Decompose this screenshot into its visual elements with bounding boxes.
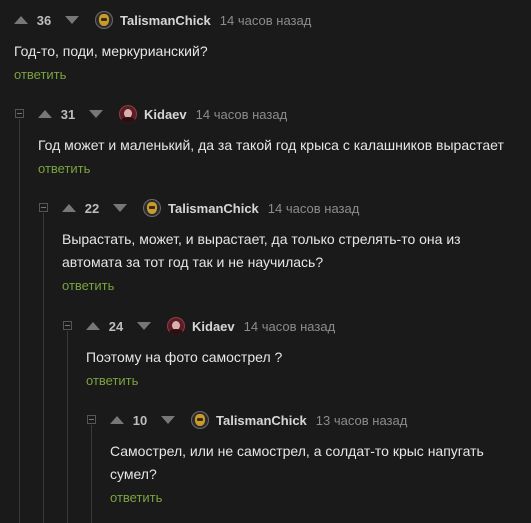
kidaev-avatar[interactable] — [167, 317, 185, 335]
comment-text: Самострел, или не самострел, а солдат-то… — [110, 443, 484, 482]
comment-author[interactable]: TalismanChick — [168, 201, 259, 216]
thread-line — [91, 425, 92, 523]
comment-author[interactable]: Kidaev — [192, 319, 235, 334]
comment-score: 10 — [132, 412, 148, 428]
comment-time: 14 часов назад — [267, 200, 360, 216]
comment-header: 36 TalismanChick 14 часов назад — [14, 10, 524, 30]
reply-link[interactable]: ответить — [38, 161, 90, 176]
downvote-icon[interactable] — [89, 110, 103, 118]
comment-text: Год может и маленький, да за такой год к… — [38, 137, 504, 153]
reply-link[interactable]: ответить — [110, 490, 162, 505]
upvote-icon[interactable] — [86, 322, 100, 330]
comment-score: 22 — [84, 200, 100, 216]
comment-thread: 36 TalismanChick 14 часов назад Год-то, … — [0, 0, 531, 523]
comment-text: Год-то, поди, меркурианский? — [14, 43, 208, 59]
collapse-thread-toggle[interactable] — [87, 415, 96, 424]
reply-link[interactable]: ответить — [62, 278, 114, 293]
upvote-icon[interactable] — [62, 204, 76, 212]
comment-author[interactable]: TalismanChick — [120, 13, 211, 28]
comment: 36 TalismanChick 14 часов назад Год-то, … — [14, 10, 524, 84]
comment-score: 24 — [108, 318, 124, 334]
comment: 22 TalismanChick 14 часов назад Вырастат… — [62, 198, 482, 295]
comment-time: 14 часов назад — [243, 318, 336, 334]
comment-header: 22 TalismanChick 14 часов назад — [62, 198, 482, 218]
collapse-thread-toggle[interactable] — [15, 109, 24, 118]
downvote-icon[interactable] — [113, 204, 127, 212]
talismanchick-avatar[interactable] — [95, 11, 113, 29]
downvote-icon[interactable] — [161, 416, 175, 424]
comment-author[interactable]: TalismanChick — [216, 413, 307, 428]
comment: 31 Kidaev 14 часов назад Год может и мал… — [38, 104, 528, 178]
upvote-icon[interactable] — [14, 16, 28, 24]
collapse-thread-toggle[interactable] — [63, 321, 72, 330]
comment: 24 Kidaev 14 часов назад Поэтому на фото… — [86, 316, 516, 390]
comment-time: 14 часов назад — [195, 106, 288, 122]
thread-line — [19, 119, 20, 523]
comment-text: Вырастать, может, и вырастает, да только… — [62, 231, 461, 270]
downvote-icon[interactable] — [137, 322, 151, 330]
thread-line — [67, 331, 68, 523]
comment-header: 10 TalismanChick 13 часов назад — [110, 410, 510, 430]
comment-time: 14 часов назад — [219, 12, 312, 28]
reply-link[interactable]: ответить — [86, 373, 138, 388]
comment-header: 24 Kidaev 14 часов назад — [86, 316, 516, 336]
collapse-thread-toggle[interactable] — [39, 203, 48, 212]
talismanchick-avatar[interactable] — [191, 411, 209, 429]
comment-text: Поэтому на фото самострел ? — [86, 349, 283, 365]
comment-author[interactable]: Kidaev — [144, 107, 187, 122]
comment-header: 31 Kidaev 14 часов назад — [38, 104, 528, 124]
thread-line — [43, 213, 44, 523]
upvote-icon[interactable] — [110, 416, 124, 424]
downvote-icon[interactable] — [65, 16, 79, 24]
comment-score: 31 — [60, 106, 76, 122]
comment-score: 36 — [36, 12, 52, 28]
comment-time: 13 часов назад — [315, 412, 408, 428]
reply-link[interactable]: ответить — [14, 67, 66, 82]
comment: 10 TalismanChick 13 часов назад Самостре… — [110, 410, 510, 507]
upvote-icon[interactable] — [38, 110, 52, 118]
talismanchick-avatar[interactable] — [143, 199, 161, 217]
kidaev-avatar[interactable] — [119, 105, 137, 123]
